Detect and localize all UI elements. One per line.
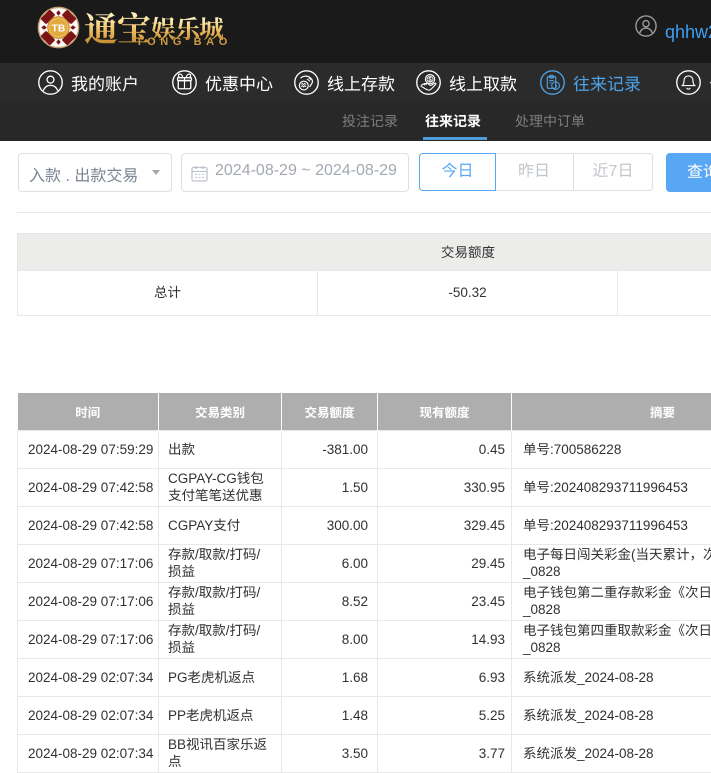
svg-text:$: $	[428, 76, 432, 83]
svg-text:TB: TB	[52, 23, 66, 34]
